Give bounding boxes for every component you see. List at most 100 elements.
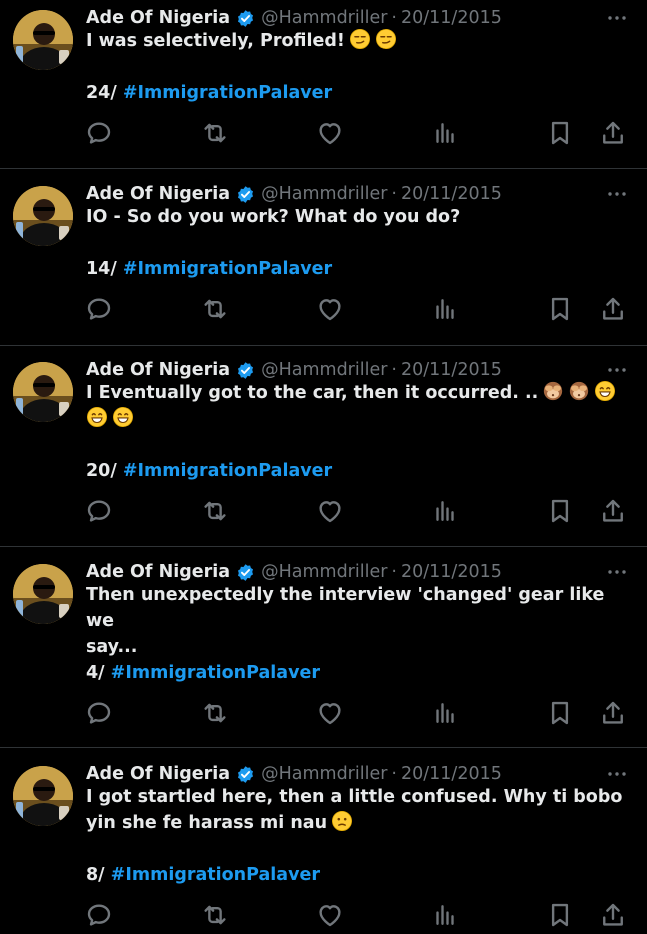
share-icon[interactable] — [598, 900, 628, 930]
tweet-text: I was selectively, Profiled! — [86, 28, 631, 54]
verified-badge-icon — [236, 563, 255, 582]
verified-badge-icon — [236, 765, 255, 784]
more-horizontal-icon[interactable] — [605, 184, 629, 204]
tweet[interactable]: Ade Of Nigeria @Hammdriller · 20/11/2015 IO … — [0, 176, 647, 346]
thread-number: 14/ — [86, 259, 117, 279]
author-handle[interactable]: @Hammdriller — [261, 184, 387, 204]
hashtag-link[interactable]: #ImmigrationPalaver — [123, 259, 332, 279]
tweet-text-segment: Then unexpectedly the interview 'changed… — [86, 585, 605, 631]
separator-dot: · — [391, 562, 397, 582]
thread-tagline: 20/ #ImmigrationPalaver — [86, 458, 332, 484]
author-name[interactable]: Ade Of Nigeria — [86, 360, 230, 380]
confused-emoji-icon — [331, 810, 353, 832]
author-handle[interactable]: @Hammdriller — [261, 764, 387, 784]
thread-number: 4/ — [86, 663, 105, 683]
tweet-text-line: I Eventually got to the car, then it occ… — [86, 380, 631, 406]
author-handle[interactable]: @Hammdriller — [261, 360, 387, 380]
retweet-icon[interactable] — [200, 900, 230, 930]
tweet-divider — [0, 747, 647, 748]
avatar[interactable] — [13, 362, 73, 422]
separator-dot: · — [391, 184, 397, 204]
heart-icon[interactable] — [315, 900, 345, 930]
reply-icon[interactable] — [84, 900, 114, 930]
author-name[interactable]: Ade Of Nigeria — [86, 764, 230, 784]
tweet[interactable]: Ade Of Nigeria @Hammdriller · 20/11/2015 I g… — [0, 756, 647, 927]
retweet-icon[interactable] — [200, 294, 230, 324]
author-name[interactable]: Ade Of Nigeria — [86, 562, 230, 582]
heart-icon[interactable] — [315, 118, 345, 148]
tweet-actions — [0, 900, 647, 930]
more-horizontal-icon[interactable] — [605, 8, 629, 28]
bookmark-icon[interactable] — [545, 496, 575, 526]
tweet[interactable]: Ade Of Nigeria @Hammdriller · 20/11/2015 I E… — [0, 352, 647, 548]
more-horizontal-icon[interactable] — [605, 562, 629, 582]
views-icon[interactable] — [430, 294, 460, 324]
views-icon[interactable] — [430, 900, 460, 930]
reply-icon[interactable] — [84, 496, 114, 526]
verified-badge-icon — [236, 185, 255, 204]
bookmark-icon[interactable] — [545, 294, 575, 324]
avatar[interactable] — [13, 10, 73, 70]
heart-icon[interactable] — [315, 294, 345, 324]
avatar[interactable] — [13, 766, 73, 826]
tweet[interactable]: Ade Of Nigeria @Hammdriller · 20/11/2015 The… — [0, 554, 647, 750]
tweet[interactable]: Ade Of Nigeria @Hammdriller · 20/11/2015 I w… — [0, 0, 647, 170]
hashtag-link[interactable]: #ImmigrationPalaver — [111, 663, 320, 683]
tweet-date[interactable]: 20/11/2015 — [401, 8, 502, 28]
tweet-text-segment: I Eventually got to the car, then it occ… — [86, 383, 539, 403]
avatar[interactable] — [13, 186, 73, 246]
tweet-date[interactable]: 20/11/2015 — [401, 562, 502, 582]
tweet-divider — [0, 345, 647, 346]
thread-tagline: 8/ #ImmigrationPalaver — [86, 862, 320, 888]
separator-dot: · — [391, 360, 397, 380]
hashtag-link[interactable]: #ImmigrationPalaver — [111, 865, 320, 885]
thread-tagline: 24/ #ImmigrationPalaver — [86, 80, 332, 106]
reply-icon[interactable] — [84, 118, 114, 148]
share-icon[interactable] — [598, 496, 628, 526]
tweet-text: IO - So do you work? What do you do? — [86, 204, 631, 230]
thread-tagline: 4/ #ImmigrationPalaver — [86, 660, 320, 686]
avatar[interactable] — [13, 564, 73, 624]
tweet-text-line: yin she fe harass mi nau — [86, 810, 631, 836]
tweet-date[interactable]: 20/11/2015 — [401, 764, 502, 784]
smirk-emoji-icon — [349, 28, 371, 50]
bookmark-icon[interactable] — [545, 698, 575, 728]
bookmark-icon[interactable] — [545, 118, 575, 148]
bookmark-icon[interactable] — [545, 900, 575, 930]
views-icon[interactable] — [430, 698, 460, 728]
views-icon[interactable] — [430, 496, 460, 526]
tweet-date[interactable]: 20/11/2015 — [401, 360, 502, 380]
hashtag-link[interactable]: #ImmigrationPalaver — [123, 83, 332, 103]
hashtag-link[interactable]: #ImmigrationPalaver — [123, 461, 332, 481]
see-no-evil-emoji-icon — [568, 380, 590, 402]
thread-number: 8/ — [86, 865, 105, 885]
retweet-icon[interactable] — [200, 118, 230, 148]
tweet-divider — [0, 546, 647, 547]
reply-icon[interactable] — [84, 294, 114, 324]
thread-number: 20/ — [86, 461, 117, 481]
grin-emoji-icon — [594, 380, 616, 402]
tweet-text-segment: I got startled here, then a little confu… — [86, 787, 623, 807]
views-icon[interactable] — [430, 118, 460, 148]
more-horizontal-icon[interactable] — [605, 360, 629, 380]
share-icon[interactable] — [598, 118, 628, 148]
tweet-date[interactable]: 20/11/2015 — [401, 184, 502, 204]
retweet-icon[interactable] — [200, 496, 230, 526]
tweet-text-segment: yin she fe harass mi nau — [86, 813, 328, 833]
author-name[interactable]: Ade Of Nigeria — [86, 184, 230, 204]
author-handle[interactable]: @Hammdriller — [261, 562, 387, 582]
share-icon[interactable] — [598, 698, 628, 728]
author-handle[interactable]: @Hammdriller — [261, 8, 387, 28]
heart-icon[interactable] — [315, 496, 345, 526]
thread-tagline: 14/ #ImmigrationPalaver — [86, 256, 332, 282]
tweet-actions — [0, 496, 647, 526]
share-icon[interactable] — [598, 294, 628, 324]
heart-icon[interactable] — [315, 698, 345, 728]
tweet-text: Then unexpectedly the interview 'changed… — [86, 582, 631, 660]
author-name[interactable]: Ade Of Nigeria — [86, 8, 230, 28]
see-no-evil-emoji-icon — [542, 380, 564, 402]
retweet-icon[interactable] — [200, 698, 230, 728]
reply-icon[interactable] — [84, 698, 114, 728]
tweet-text: I Eventually got to the car, then it occ… — [86, 380, 631, 432]
more-horizontal-icon[interactable] — [605, 764, 629, 784]
